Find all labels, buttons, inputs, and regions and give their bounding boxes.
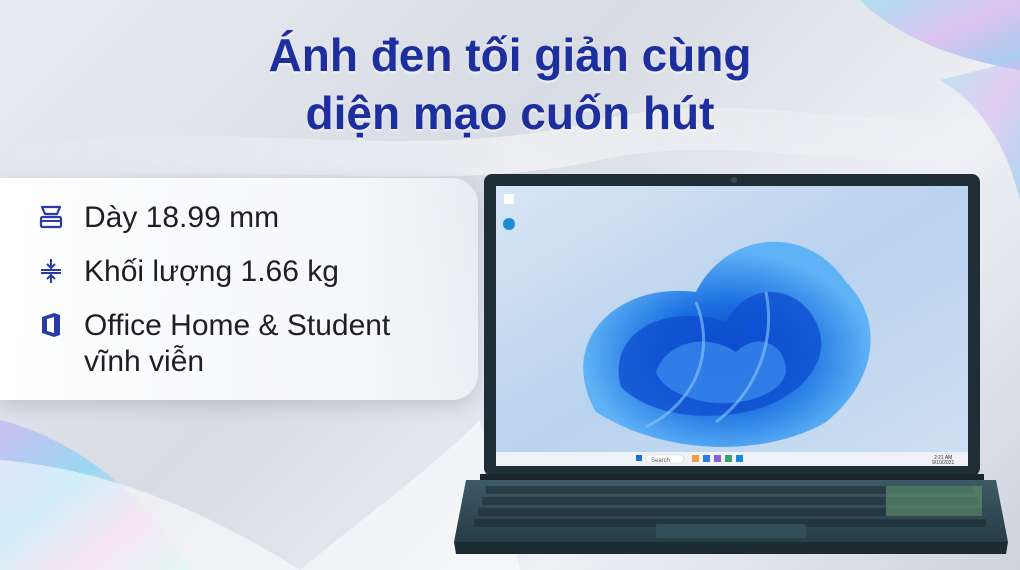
headline: Ánh đen tối giản cùng diện mạo cuốn hút bbox=[0, 26, 1020, 142]
edge-icon bbox=[503, 218, 515, 230]
thickness-text: Dày 18.99 mm bbox=[84, 201, 280, 234]
spec-card: Dày 18.99 mm Khối lượng 1.66 kg Office H… bbox=[0, 178, 478, 400]
weight-icon bbox=[34, 254, 68, 288]
spec-office: Office Home & Student vĩnh viễn bbox=[34, 308, 390, 380]
office-text: Office Home & Student vĩnh viễn bbox=[84, 308, 390, 380]
spec-thickness: Dày 18.99 mm bbox=[34, 200, 279, 236]
office-text-line-2: vĩnh viễn bbox=[84, 345, 205, 378]
numpad bbox=[886, 486, 982, 516]
headline-line-1: Ánh đen tối giản cùng bbox=[268, 29, 752, 81]
office-text-line-1: Office Home & Student bbox=[84, 309, 391, 342]
thickness-icon bbox=[34, 200, 68, 234]
recycle-bin-icon bbox=[504, 194, 514, 204]
office-icon bbox=[34, 308, 68, 342]
taskbar-search-text: Search bbox=[651, 458, 670, 464]
taskbar-clock-date: 9/10/2021 bbox=[932, 460, 954, 466]
spec-weight: Khối lượng 1.66 kg bbox=[34, 254, 339, 290]
weight-text: Khối lượng 1.66 kg bbox=[84, 255, 339, 288]
headline-line-2: diện mạo cuốn hút bbox=[305, 87, 715, 139]
laptop-image: Search 2:21 AM 9/10/2021 bbox=[454, 174, 1008, 554]
